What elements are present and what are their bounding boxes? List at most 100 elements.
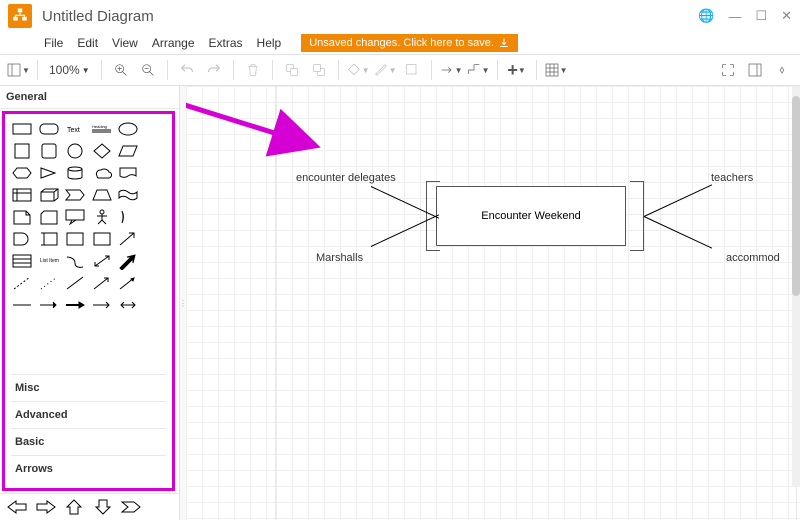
shape-internal[interactable] [11,186,33,204]
category-advanced[interactable]: Advanced [11,401,166,428]
category-arrows[interactable]: Arrows [11,455,166,482]
shape-list2[interactable]: List Item [38,252,60,270]
shape-harrow2[interactable] [64,296,86,314]
bracket-right[interactable] [630,181,644,251]
label-accommodation[interactable]: accommod [726,252,780,264]
shape-rounded[interactable] [38,120,60,138]
canvas[interactable]: Encounter Weekend encounter delegates Ma… [186,86,800,520]
format-panel-button[interactable] [743,58,767,82]
shape-curve[interactable] [64,252,86,270]
shape-square[interactable] [11,142,33,160]
shape-tape[interactable] [117,186,139,204]
view-mode-button[interactable]: ▼ [6,58,30,82]
connection-button[interactable]: ▼ [439,58,463,82]
shape-textbox[interactable]: Heading [91,120,113,138]
shape-note[interactable] [11,208,33,226]
shape-rect3[interactable] [91,230,113,248]
shape-chevron[interactable] [120,498,142,516]
globe-icon[interactable]: 🌐 [698,8,714,24]
category-basic[interactable]: Basic [11,428,166,455]
shape-cube[interactable] [38,186,60,204]
shape-arrow-down[interactable] [92,498,114,516]
shape-diamond[interactable] [91,142,113,160]
unsaved-banner[interactable]: Unsaved changes. Click here to save. [301,34,518,52]
shadow-button[interactable] [400,58,424,82]
shape-blank8[interactable] [144,274,166,292]
shape-dashed2[interactable] [38,274,60,292]
shape-triangle[interactable] [38,164,60,182]
shape-datastore[interactable] [38,230,60,248]
shape-harrow4[interactable] [117,296,139,314]
shape-harrow3[interactable] [91,296,113,314]
menu-arrange[interactable]: Arrange [152,36,195,50]
add-button[interactable]: +▼ [505,58,529,82]
zoom-in-button[interactable] [109,58,133,82]
shape-text[interactable]: Text [64,120,86,138]
shape-card[interactable] [38,208,60,226]
document-title[interactable]: Untitled Diagram [42,8,154,25]
shape-arrow-ne[interactable] [117,230,139,248]
shape-or[interactable] [117,208,139,226]
node-encounter-weekend[interactable]: Encounter Weekend [436,186,626,246]
menu-help[interactable]: Help [257,36,282,50]
shape-blank3[interactable] [144,164,166,182]
fill-color-button[interactable]: ▼ [346,58,370,82]
zoom-level[interactable]: 100%▼ [45,63,94,77]
shape-callout[interactable] [64,208,86,226]
shape-blank5[interactable] [144,208,166,226]
shape-blank7[interactable] [144,252,166,270]
to-front-button[interactable] [280,58,304,82]
shape-parallelogram[interactable] [117,142,139,160]
redo-button[interactable] [202,58,226,82]
shape-square2[interactable] [38,142,60,160]
category-general[interactable]: General [0,86,179,109]
shape-document[interactable] [117,164,139,182]
shape-rect2[interactable] [64,230,86,248]
shape-ellipse[interactable] [117,120,139,138]
shape-blank2[interactable] [144,142,166,160]
shape-hexagon[interactable] [11,164,33,182]
shape-blank4[interactable] [144,186,166,204]
table-button[interactable]: ▼ [544,58,568,82]
shape-arrow-left[interactable] [6,498,28,516]
shape-hline[interactable] [11,296,33,314]
delete-button[interactable] [241,58,265,82]
menu-file[interactable]: File [44,36,63,50]
menu-edit[interactable]: Edit [77,36,98,50]
shape-and[interactable] [11,230,33,248]
shape-actor[interactable] [91,208,113,226]
menu-view[interactable]: View [112,36,138,50]
shape-cloud[interactable] [91,164,113,182]
label-encounter-delegates[interactable]: encounter delegates [296,172,396,184]
vertical-scrollbar[interactable] [792,86,800,486]
menu-extras[interactable]: Extras [209,36,243,50]
shape-biarrow[interactable] [91,252,113,270]
minimize-button[interactable]: — [728,9,741,24]
shape-blank-bottom[interactable] [149,498,171,516]
maximize-button[interactable]: ☐ [755,8,767,24]
shape-arrow-up[interactable] [63,498,85,516]
shape-rect[interactable] [11,120,33,138]
collapse-button[interactable]: ⬨ [770,58,794,82]
shape-harrow[interactable] [38,296,60,314]
undo-button[interactable] [175,58,199,82]
shape-cylinder[interactable] [64,164,86,182]
shape-trapezoid[interactable] [91,186,113,204]
shape-arrow1[interactable] [91,274,113,292]
waypoints-button[interactable]: ▼ [466,58,490,82]
line-color-button[interactable]: ▼ [373,58,397,82]
label-teachers[interactable]: teachers [711,172,753,184]
category-misc[interactable]: Misc [11,374,166,401]
shape-circle[interactable] [64,142,86,160]
zoom-out-button[interactable] [136,58,160,82]
shape-blank[interactable] [144,120,166,138]
shape-dashed[interactable] [11,274,33,292]
shape-step[interactable] [64,186,86,204]
shape-arrow-right[interactable] [35,498,57,516]
close-button[interactable]: ✕ [781,8,792,24]
shape-blank6[interactable] [144,230,166,248]
to-back-button[interactable] [307,58,331,82]
fullscreen-button[interactable] [716,58,740,82]
shape-list[interactable] [11,252,33,270]
shape-line[interactable] [64,274,86,292]
